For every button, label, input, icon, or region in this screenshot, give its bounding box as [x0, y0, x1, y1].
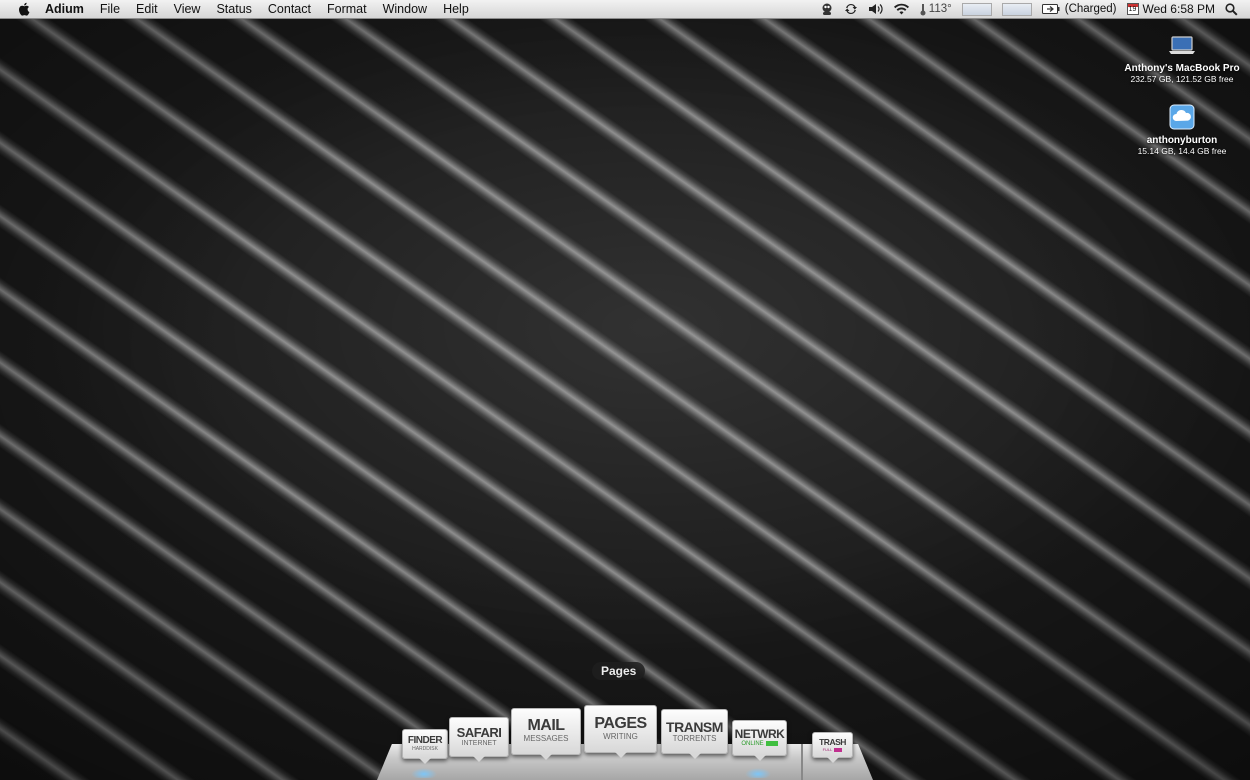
dock-item-pages[interactable]: PAGES WRITING — [584, 705, 657, 758]
menu-window[interactable]: Window — [375, 2, 435, 16]
apple-menu-icon[interactable] — [17, 2, 31, 16]
network-graph[interactable] — [1001, 2, 1032, 16]
trash-full-bar — [834, 747, 843, 752]
desktop-icon-macbook[interactable]: Anthony's MacBook Pro 232.57 GB, 121.52 … — [1117, 30, 1247, 84]
temperature-monitor[interactable]: 113° — [920, 3, 952, 16]
trash-status-text: FULL — [822, 746, 833, 752]
menu-help[interactable]: Help — [435, 2, 477, 16]
status-menu-area: 113° (Charged) 19 Wed 6:58 PM — [815, 0, 1250, 18]
battery-status: (Charged) — [1064, 3, 1117, 15]
desktop-icon-name: Anthony's MacBook Pro — [1124, 63, 1240, 74]
menu-file[interactable]: File — [92, 2, 128, 16]
temperature-readout: 113° — [928, 3, 952, 15]
desktop-icon-info: 232.57 GB, 121.52 GB free — [1130, 74, 1234, 84]
menu-status[interactable]: Status — [208, 2, 259, 16]
dock-running-indicator-network — [745, 768, 771, 778]
clock-readout: Wed 6:58 PM — [1142, 2, 1215, 16]
spotlight-search-icon[interactable] — [1225, 2, 1238, 16]
dock-item-finder[interactable]: FINDER HARDDISK — [402, 729, 448, 764]
calendar-icon: 19 — [1126, 3, 1139, 15]
clock-menu[interactable]: 19 Wed 6:58 PM — [1126, 2, 1215, 16]
dock-hover-label: Pages — [592, 662, 646, 680]
menu-format[interactable]: Format — [319, 2, 375, 16]
battery-menu[interactable]: (Charged) — [1041, 3, 1117, 15]
sync-icon[interactable] — [844, 2, 858, 16]
dock-item-safari[interactable]: SAFARI INTERNET — [449, 717, 509, 762]
menu-app-adium[interactable]: Adium — [45, 2, 92, 16]
dock-separator — [801, 744, 803, 780]
volume-icon[interactable] — [868, 3, 883, 15]
dock-running-indicator-finder — [411, 768, 437, 778]
menu-contact[interactable]: Contact — [260, 2, 319, 16]
network-status-text: ONLINE — [741, 741, 764, 748]
desktop-icon-anthonyburton[interactable]: anthonyburton 15.14 GB, 14.4 GB free — [1117, 102, 1247, 156]
dock-item-mail[interactable]: MAIL MESSAGES — [511, 708, 581, 760]
dock-item-trash[interactable]: TRASH FULL — [812, 732, 853, 763]
battery-icon — [1041, 4, 1060, 14]
adium-duck-icon[interactable] — [820, 2, 834, 16]
menu-view[interactable]: View — [166, 2, 209, 16]
dock-item-network[interactable]: NETWRK ONLINE — [732, 720, 787, 761]
menu-bar: Adium File Edit View Status Contact Form… — [0, 0, 1250, 19]
desktop-icon-name: anthonyburton — [1146, 135, 1218, 146]
laptop-icon — [1167, 30, 1197, 60]
wifi-icon[interactable] — [893, 3, 910, 15]
network-online-bar — [765, 741, 778, 746]
dock-item-transmission[interactable]: TRANSM TORRENTS — [661, 709, 728, 759]
desktop-icon-info: 15.14 GB, 14.4 GB free — [1137, 146, 1227, 156]
menu-edit[interactable]: Edit — [128, 2, 166, 16]
cpu-graph[interactable] — [961, 2, 992, 16]
cloud-drive-icon — [1167, 102, 1197, 132]
